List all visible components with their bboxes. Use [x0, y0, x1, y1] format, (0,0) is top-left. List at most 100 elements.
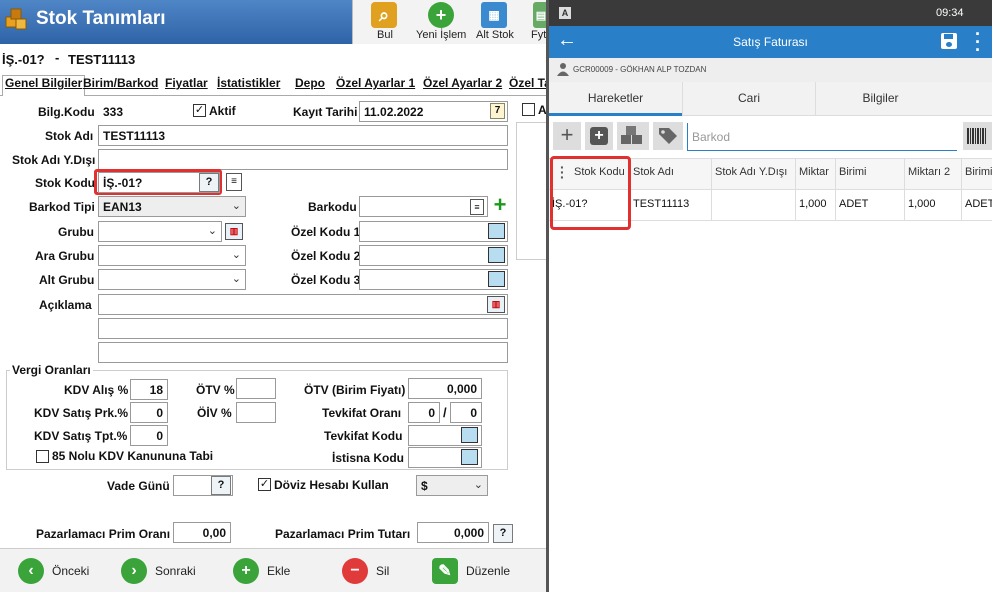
boxes-icon[interactable]	[617, 122, 649, 150]
ozel-kodu-2-label: Özel Kodu 2	[291, 249, 361, 263]
alt-stok-button[interactable]: Alt Stok	[476, 29, 514, 41]
alt-grubu-select[interactable]: ⌄	[98, 269, 246, 290]
document-icon[interactable]: ≡	[226, 173, 242, 191]
sil-button[interactable]: − Sil	[342, 552, 389, 590]
ozel-kodu-2-input[interactable]	[359, 245, 508, 266]
barkod-search-input[interactable]: Barkod	[687, 123, 957, 151]
vade-gunu-lookup-button[interactable]: ?	[211, 476, 231, 495]
yeni-islem-button[interactable]: Yeni İşlem	[416, 29, 466, 41]
barcode-scan-icon[interactable]	[963, 122, 992, 150]
fiyat-button[interactable]: Fyt	[531, 29, 546, 41]
col-birimi[interactable]: Birimi	[836, 158, 905, 190]
col-stok-adi-ydisi[interactable]: Stok Adı Y.Dışı	[712, 158, 796, 190]
right-checkbox[interactable]	[522, 103, 535, 116]
aciklama-label: Açıklama	[39, 298, 92, 312]
otv-input[interactable]	[236, 378, 276, 399]
tab-genel-bilgiler[interactable]: Genel Bilgiler	[2, 75, 86, 96]
ozel-kodu-2-icon[interactable]	[488, 247, 505, 263]
save-icon[interactable]	[941, 33, 957, 49]
person-icon	[557, 62, 569, 76]
more-vert-icon[interactable]: · · ·	[975, 25, 981, 59]
prim-tutari-lookup-button[interactable]: ?	[493, 524, 513, 543]
tab-ozel-ayarlar-1[interactable]: Özel Ayarlar 1	[336, 76, 415, 94]
ara-grubu-label: Ara Grubu	[35, 249, 95, 263]
plus-icon[interactable]: +	[428, 2, 454, 28]
ozel-kodu-1-input[interactable]	[359, 221, 508, 242]
col-miktari-2[interactable]: Miktarı 2	[905, 158, 962, 190]
stok-kodu-lookup-button[interactable]: ?	[199, 173, 219, 192]
tab-bilgiler[interactable]: Bilgiler	[815, 82, 945, 116]
oiv-label: ÖİV %	[197, 406, 232, 420]
aciklama-input-3[interactable]	[98, 342, 508, 363]
status-app-icon: A	[559, 7, 571, 19]
aciklama-input-1[interactable]	[98, 294, 508, 315]
doviz-checkbox[interactable]: ✓	[258, 478, 271, 491]
right-panel	[516, 122, 548, 260]
tab-birim-barkod[interactable]: Birim/Barkod	[83, 76, 158, 94]
ozel-kodu-1-icon[interactable]	[488, 223, 505, 239]
col-stok-adi[interactable]: Stok Adı	[630, 158, 712, 190]
kayit-tarihi-input[interactable]: 11.02.2022	[359, 101, 508, 122]
aciklama-picker-icon[interactable]: ▥	[487, 296, 505, 313]
chevron-down-icon: ⌄	[231, 200, 241, 212]
onceki-button[interactable]: ‹ Önceki	[18, 552, 89, 590]
duzenle-button[interactable]: ✎ Düzenle	[432, 552, 510, 590]
kanun-checkbox[interactable]	[36, 450, 49, 463]
prim-orani-input[interactable]: 0,00	[173, 522, 231, 543]
add-barcode-icon[interactable]: +	[491, 194, 509, 216]
kdv-alis-input[interactable]: 18	[130, 379, 168, 400]
network-icon[interactable]: ▦	[481, 2, 507, 28]
search-binoculars-icon[interactable]: ⌕	[371, 2, 397, 28]
otv-birim-input[interactable]: 0,000	[408, 378, 482, 399]
stok-adi-ydisi-label: Stok Adı Y.Dışı	[12, 153, 96, 167]
ekle-button[interactable]: + Ekle	[233, 552, 290, 590]
currency-select[interactable]: $ ⌄	[416, 475, 488, 496]
alt-grubu-label: Alt Grubu	[39, 273, 95, 287]
tag-icon[interactable]	[653, 122, 683, 150]
tevkifat-2-input[interactable]: 0	[450, 402, 482, 423]
chevron-down-icon: ⌄	[231, 273, 241, 285]
barkodu-doc-icon[interactable]: ≡	[470, 199, 484, 215]
barkodu-input[interactable]	[359, 196, 488, 217]
ekle-label: Ekle	[267, 564, 291, 578]
tab-cari[interactable]: Cari	[682, 82, 815, 116]
ozel-kodu-3-input[interactable]	[359, 269, 508, 290]
aciklama-input-2[interactable]	[98, 318, 508, 339]
sonraki-button[interactable]: › Sonraki	[121, 552, 196, 590]
stok-adi-input[interactable]: TEST11113	[98, 125, 508, 146]
tab-hareketler[interactable]: Hareketler	[549, 82, 682, 116]
tevkifat-1-input[interactable]: 0	[408, 402, 440, 423]
grubu-label: Grubu	[58, 225, 94, 239]
record-code: İŞ.-01?	[2, 52, 45, 67]
ozel-kodu-3-icon[interactable]	[488, 271, 505, 287]
col-miktar[interactable]: Miktar	[796, 158, 836, 190]
tab-fiyatlar[interactable]: Fiyatlar	[165, 76, 208, 94]
kayit-tarihi-label: Kayıt Tarihi	[293, 105, 358, 119]
oiv-input[interactable]	[236, 402, 276, 423]
grubu-select[interactable]: ⌄	[98, 221, 222, 242]
tevkifat-kodu-icon[interactable]	[461, 427, 478, 443]
minus-icon: −	[342, 558, 368, 584]
prim-tutari-input[interactable]: 0,000	[417, 522, 489, 543]
kdv-tpt-input[interactable]: 0	[130, 425, 168, 446]
calendar-icon[interactable]: 7	[490, 103, 505, 119]
grubu-picker-icon[interactable]: ▥	[225, 223, 243, 240]
col-birimi-2[interactable]: Birimi	[962, 158, 992, 190]
add-icon[interactable]: +	[553, 122, 581, 150]
barkod-tipi-select[interactable]: EAN13 ⌄	[98, 196, 246, 217]
toolbar: ⌕ Bul + Yeni İşlem ▦ Alt Stok ▤ Fyt	[352, 0, 549, 44]
sil-label: Sil	[376, 564, 390, 578]
add-box-icon[interactable]: +	[585, 122, 613, 150]
tab-istatistikler[interactable]: İstatistikler	[217, 76, 280, 94]
aktif-checkbox[interactable]: ✓	[193, 104, 206, 117]
cell-stok-adi: TEST11113	[630, 190, 712, 220]
tab-ozel-ta[interactable]: Özel Ta	[509, 76, 551, 94]
kdv-prk-input[interactable]: 0	[130, 402, 168, 423]
ara-grubu-select[interactable]: ⌄	[98, 245, 246, 266]
bul-button[interactable]: Bul	[377, 29, 393, 41]
tab-ozel-ayarlar-2[interactable]: Özel Ayarlar 2	[423, 76, 502, 94]
stok-adi-ydisi-input[interactable]	[98, 149, 508, 170]
tab-depo[interactable]: Depo	[295, 76, 325, 94]
vade-gunu-label: Vade Günü	[107, 479, 170, 493]
istisna-kodu-icon[interactable]	[461, 449, 478, 465]
